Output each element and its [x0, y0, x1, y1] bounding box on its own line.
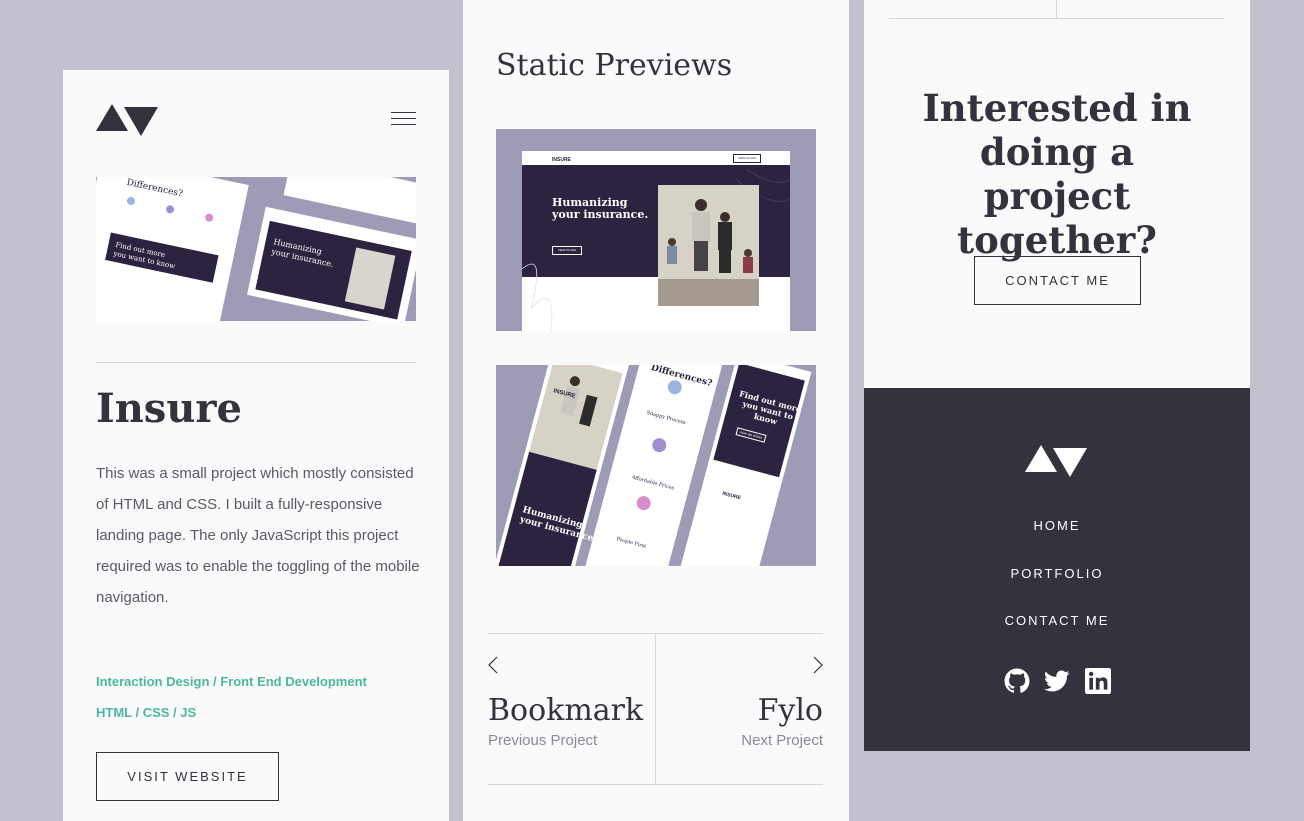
preview-brand: INSURE [552, 157, 571, 163]
chevron-left-icon [488, 656, 498, 674]
visit-website-button[interactable]: VISIT WEBSITE [96, 752, 279, 801]
previous-project-name: Bookmark [488, 693, 644, 728]
project-title: Insure [96, 385, 242, 432]
chevron-right-icon [813, 656, 823, 674]
mobile-preview-image: Differences? Snappy Process Affordable P… [496, 365, 816, 566]
project-description: This was a small project which mostly co… [96, 465, 420, 606]
next-project-name: Fylo [757, 693, 823, 728]
hamburger-icon[interactable] [391, 112, 416, 128]
site-footer: HOME PORTFOLIO CONTACT ME [864, 388, 1250, 751]
contact-me-button[interactable]: CONTACT ME [974, 256, 1141, 305]
project-tech: HTML / CSS / JS [96, 705, 197, 720]
next-project-link[interactable]: Fylo Next Project [741, 656, 823, 749]
project-nav-separator [655, 633, 656, 784]
static-previews-panel: Static Previews INSURE VIEW PLANS Humani… [463, 0, 849, 821]
previous-project-label: Previous Project [488, 732, 598, 749]
twitter-icon[interactable] [1044, 668, 1070, 694]
desktop-preview-image: INSURE VIEW PLANS Humanizing your insura… [496, 129, 816, 331]
av-logo-icon[interactable] [96, 104, 159, 136]
project-detail-panel: Differences? Find out more you want to k… [63, 70, 449, 821]
linkedin-icon[interactable] [1085, 668, 1111, 694]
preview-headline-2: your insurance. [552, 208, 649, 221]
cta-heading: Interested in doing a project together? [922, 86, 1192, 262]
contact-cta-panel: Interested in doing a project together? … [864, 0, 1250, 388]
av-logo-icon[interactable] [1025, 445, 1088, 477]
project-skills: Interaction Design / Front End Developme… [96, 674, 367, 689]
preview-cta: VIEW PLANS [552, 246, 582, 255]
divider [889, 18, 1224, 19]
divider [96, 362, 416, 363]
github-icon[interactable] [1004, 668, 1030, 694]
next-project-label: Next Project [741, 732, 823, 749]
footer-link-portfolio[interactable]: PORTFOLIO [864, 566, 1250, 581]
project-nav-bottom-border [488, 784, 823, 785]
preview-nav-button: VIEW PLANS [733, 154, 761, 163]
static-previews-heading: Static Previews [496, 48, 733, 83]
separator [1056, 0, 1057, 18]
previous-project-link[interactable]: Bookmark Previous Project [488, 656, 643, 749]
footer-link-contact[interactable]: CONTACT ME [864, 613, 1250, 628]
project-hero-image: Differences? Find out more you want to k… [96, 177, 416, 321]
footer-link-home[interactable]: HOME [864, 518, 1250, 533]
